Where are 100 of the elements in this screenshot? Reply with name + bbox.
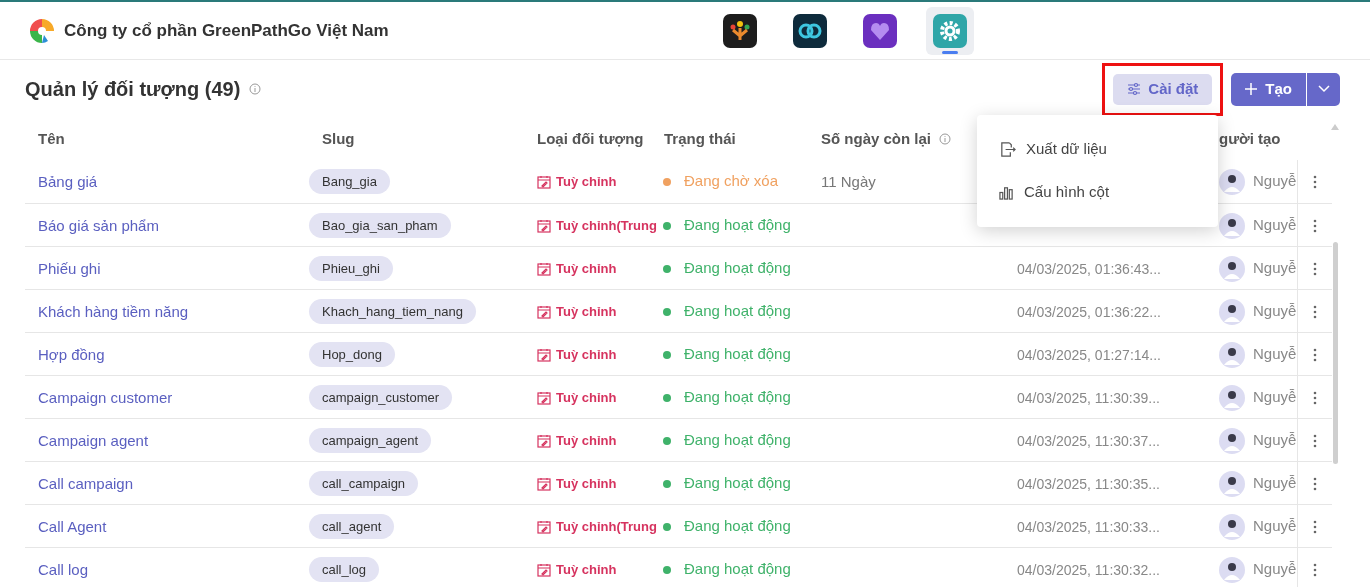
slug-tag: Hop_dong xyxy=(309,341,395,368)
status-text: Đang chờ xóa xyxy=(684,171,779,192)
object-name-link[interactable]: Bảng giá xyxy=(38,172,98,190)
slug-tag: call_campaign xyxy=(309,470,419,497)
slug-tag: call_agent xyxy=(309,513,395,540)
calendar-edit-icon xyxy=(537,261,551,276)
object-name-link[interactable]: Campaign agent xyxy=(38,431,149,449)
days-remaining: 11 Ngày xyxy=(821,172,876,190)
object-type: Tuỳ chỉnh xyxy=(556,474,617,493)
chevron-down-icon xyxy=(1317,85,1330,93)
more-options-icon[interactable] xyxy=(1313,390,1317,405)
object-name-link[interactable]: Hợp đồng xyxy=(38,345,105,363)
calendar-edit-icon xyxy=(537,562,551,577)
object-type: Tuỳ chỉnh(Trung xyxy=(556,517,657,536)
created-time: 04/03/2025, 11:30:37... xyxy=(1017,432,1160,449)
export-icon xyxy=(999,141,1016,158)
plus-icon xyxy=(1244,82,1259,96)
people-icon xyxy=(723,14,757,48)
avatar-icon xyxy=(1219,513,1245,540)
creator-name: Nguyễ xyxy=(1253,430,1297,451)
status-text: Đang hoạt động xyxy=(684,430,791,451)
slug-tag: campaign_agent xyxy=(309,427,432,454)
created-time: 04/03/2025, 01:36:43... xyxy=(1017,260,1161,277)
dropdown-button[interactable] xyxy=(1307,72,1340,106)
status-text: Đang hoạt động xyxy=(684,215,791,236)
created-time: 04/03/2025, 01:27:14... xyxy=(1017,346,1161,363)
more-options-icon[interactable] xyxy=(1313,174,1317,189)
menu-item[interactable]: Xuất dữ liệu xyxy=(977,135,1218,164)
column-header: Tên xyxy=(38,128,65,149)
more-options-icon[interactable] xyxy=(1313,476,1317,491)
company-name: Công ty cổ phần GreenPathGo Việt Nam xyxy=(64,19,389,42)
creator-name: Nguyễ xyxy=(1253,516,1297,537)
column-header: Loại đối tượng xyxy=(537,128,644,149)
object-type: Tuỳ chỉnh(Trung xyxy=(556,216,657,235)
object-type: Tuỳ chỉnh xyxy=(556,560,617,579)
created-time: 04/03/2025, 11:30:39... xyxy=(1017,389,1160,406)
status-text: Đang hoạt động xyxy=(684,387,791,408)
more-options-icon[interactable] xyxy=(1313,347,1317,362)
object-name-link[interactable]: Campaign customer xyxy=(38,388,173,406)
avatar-icon xyxy=(1219,470,1245,497)
status-text: Đang hoạt động xyxy=(684,559,791,580)
object-type: Tuỳ chỉnh xyxy=(556,172,617,191)
object-name-link[interactable]: Báo giá sản phẩm xyxy=(38,216,159,234)
settings-button[interactable]: Cài đặt xyxy=(1113,73,1213,105)
calendar-edit-icon xyxy=(537,390,551,405)
avatar-icon xyxy=(1219,341,1245,368)
status-text: Đang hoạt động xyxy=(684,258,791,279)
more-options-icon[interactable] xyxy=(1313,261,1317,276)
avatar-icon xyxy=(1219,298,1245,325)
info-icon xyxy=(939,133,952,145)
object-name-link[interactable]: Call log xyxy=(38,560,89,578)
object-type: Tuỳ chỉnh xyxy=(556,431,617,450)
info-icon xyxy=(249,83,262,95)
settings-icon xyxy=(933,14,967,48)
slug-tag: Bao_gia_san_pham xyxy=(309,212,451,239)
creator-name: Nguyễ xyxy=(1253,171,1297,192)
calendar-edit-icon xyxy=(537,304,551,319)
column-header: Số ngày còn lại xyxy=(821,128,932,149)
slug-tag: Phieu_ghi xyxy=(309,255,393,282)
more-options-icon[interactable] xyxy=(1313,304,1317,319)
avatar-icon xyxy=(1219,427,1245,454)
status-text: Đang hoạt động xyxy=(684,301,791,322)
creator-name: Nguyễ xyxy=(1253,301,1297,322)
status-text: Đang hoạt động xyxy=(684,344,791,365)
creator-name: Nguyễ xyxy=(1253,215,1297,236)
create-button[interactable]: Tạo xyxy=(1231,72,1306,106)
more-options-icon[interactable] xyxy=(1313,433,1317,448)
creator-name: Nguyễ xyxy=(1253,473,1297,494)
object-name-link[interactable]: Call campaign xyxy=(38,474,134,492)
created-time: 04/03/2025, 11:30:32... xyxy=(1017,561,1160,578)
columns-icon xyxy=(999,185,1014,200)
creator-name: Nguyễ xyxy=(1253,559,1297,580)
avatar-icon xyxy=(1219,556,1245,583)
calendar-edit-icon xyxy=(537,347,551,362)
creator-name: Nguyễ xyxy=(1253,387,1297,408)
object-name-link[interactable]: Khách hàng tiềm năng xyxy=(38,302,189,320)
sliders-icon xyxy=(1127,82,1142,96)
more-options-icon[interactable] xyxy=(1313,218,1317,233)
avatar-icon xyxy=(1219,384,1245,411)
created-time: 04/03/2025, 01:36:22... xyxy=(1017,303,1161,320)
menu-item[interactable]: Cấu hình cột xyxy=(977,178,1218,207)
column-header: Slug xyxy=(322,128,355,149)
scrollbar-thumb[interactable] xyxy=(1332,242,1338,464)
object-type: Tuỳ chỉnh xyxy=(556,259,617,278)
slug-tag: Bang_gia xyxy=(309,168,390,195)
app-switcher-button[interactable] xyxy=(926,7,974,55)
avatar-icon xyxy=(1219,255,1245,282)
more-options-icon[interactable] xyxy=(1313,519,1317,534)
column-header: Trạng thái xyxy=(664,128,736,149)
link-icon xyxy=(793,14,827,48)
calendar-edit-icon xyxy=(537,519,551,534)
created-time: 04/03/2025, 11:30:35... xyxy=(1017,475,1160,492)
slug-tag: Khach_hang_tiem_nang xyxy=(309,298,476,325)
slug-tag: campaign_customer xyxy=(309,384,453,411)
object-name-link[interactable]: Call Agent xyxy=(38,517,107,535)
object-type: Tuỳ chỉnh xyxy=(556,345,617,364)
calendar-edit-icon xyxy=(537,433,551,448)
object-name-link[interactable]: Phiếu ghi xyxy=(38,259,101,277)
status-text: Đang hoạt động xyxy=(684,473,791,494)
more-options-icon[interactable] xyxy=(1313,562,1317,577)
